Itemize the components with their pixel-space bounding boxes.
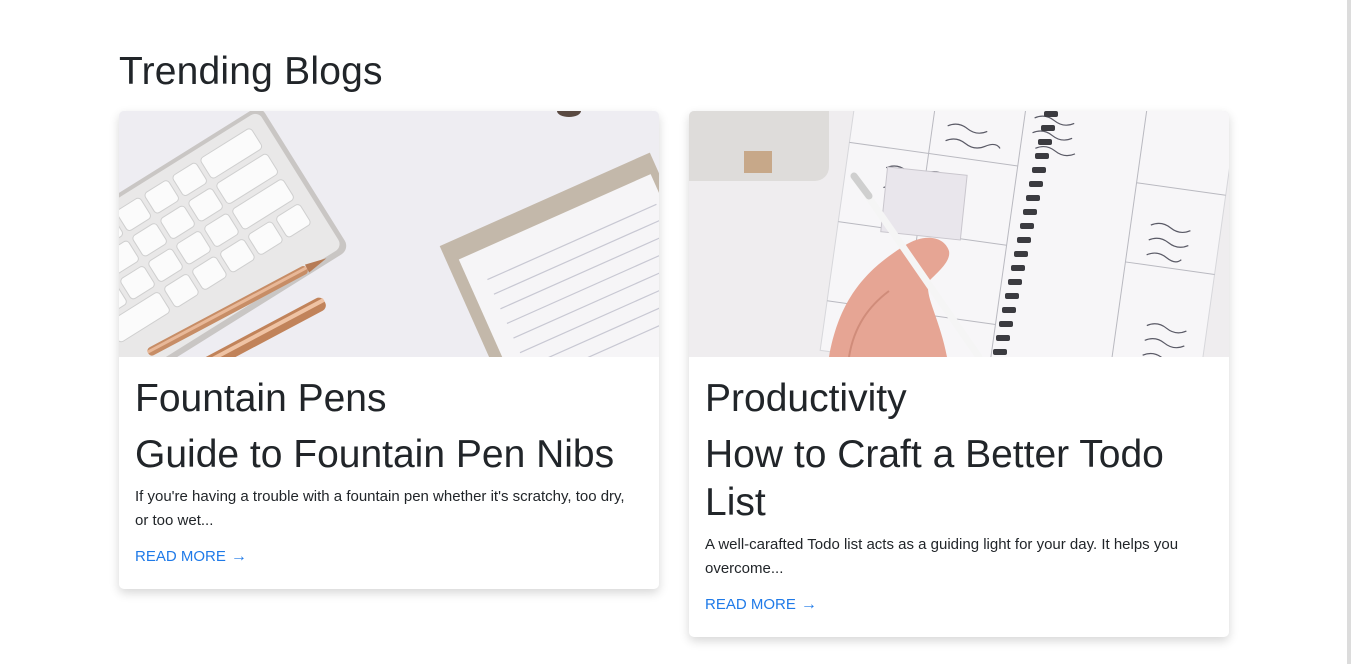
blog-card-body: Productivity How to Craft a Better Todo … [689,357,1229,614]
read-more-link[interactable]: READ MORE → [135,548,247,565]
blog-card: Fountain Pens Guide to Fountain Pen Nibs… [119,111,659,589]
blog-excerpt: If you're having a trouble with a founta… [135,488,625,529]
read-more-label: READ MORE [135,548,226,565]
blog-title: Guide to Fountain Pen Nibs [135,433,615,476]
scrollbar[interactable] [1347,0,1351,664]
blog-card-body: Fountain Pens Guide to Fountain Pen Nibs… [119,357,659,566]
blog-excerpt: A well-carafted Todo list acts as a guid… [705,536,1179,577]
page-title: Trending Blogs [119,50,383,93]
blog-card-image [119,111,659,357]
read-more-label: READ MORE [705,596,796,613]
blog-card: Productivity How to Craft a Better Todo … [689,111,1229,637]
blog-title: How to Craft a Better Todo List [705,433,1164,524]
blog-category: Fountain Pens [135,377,387,420]
arrow-right-icon: → [800,595,817,613]
blog-card-image [689,111,1229,357]
arrow-right-icon: → [230,547,247,565]
blog-category: Productivity [705,377,907,420]
read-more-link[interactable]: READ MORE → [705,596,817,613]
